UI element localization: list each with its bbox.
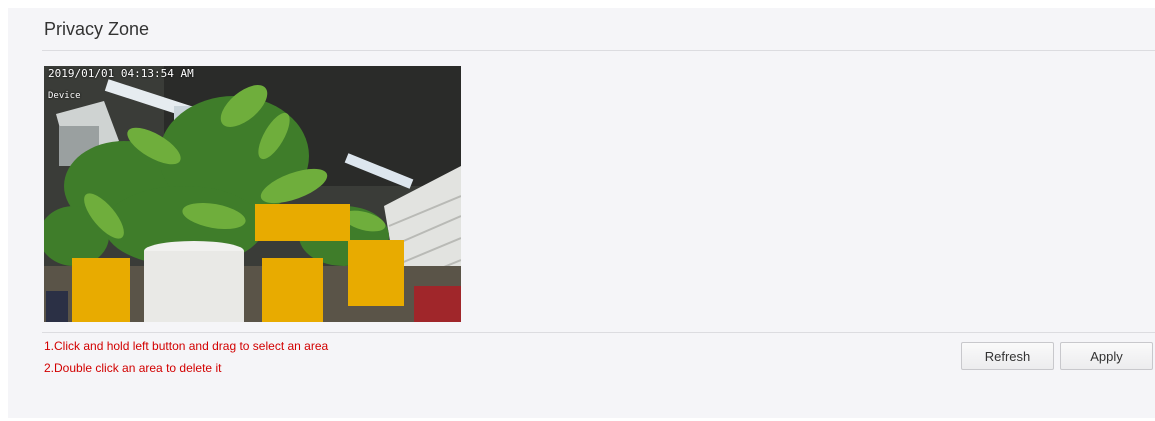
page-title: Privacy Zone xyxy=(44,19,150,39)
privacy-mask-area[interactable] xyxy=(348,240,404,306)
privacy-zone-panel: Privacy Zone 2019/01/01 04:13:54 AM Devi… xyxy=(8,8,1155,418)
osd-timestamp: 2019/01/01 04:13:54 AM xyxy=(48,67,194,80)
video-preview[interactable]: 2019/01/01 04:13:54 AM Device xyxy=(44,66,461,322)
instruction-delete-area: 2.Double click an area to delete it xyxy=(44,361,222,375)
privacy-mask-area[interactable] xyxy=(262,258,323,322)
privacy-mask-area[interactable] xyxy=(255,204,350,241)
refresh-button[interactable]: Refresh xyxy=(961,342,1054,370)
instructions-divider xyxy=(42,332,1155,333)
apply-button[interactable]: Apply xyxy=(1060,342,1153,370)
instruction-select-area: 1.Click and hold left button and drag to… xyxy=(44,339,329,353)
privacy-mask-area[interactable] xyxy=(72,258,130,322)
title-divider xyxy=(42,50,1155,51)
osd-device-name: Device xyxy=(48,91,81,101)
